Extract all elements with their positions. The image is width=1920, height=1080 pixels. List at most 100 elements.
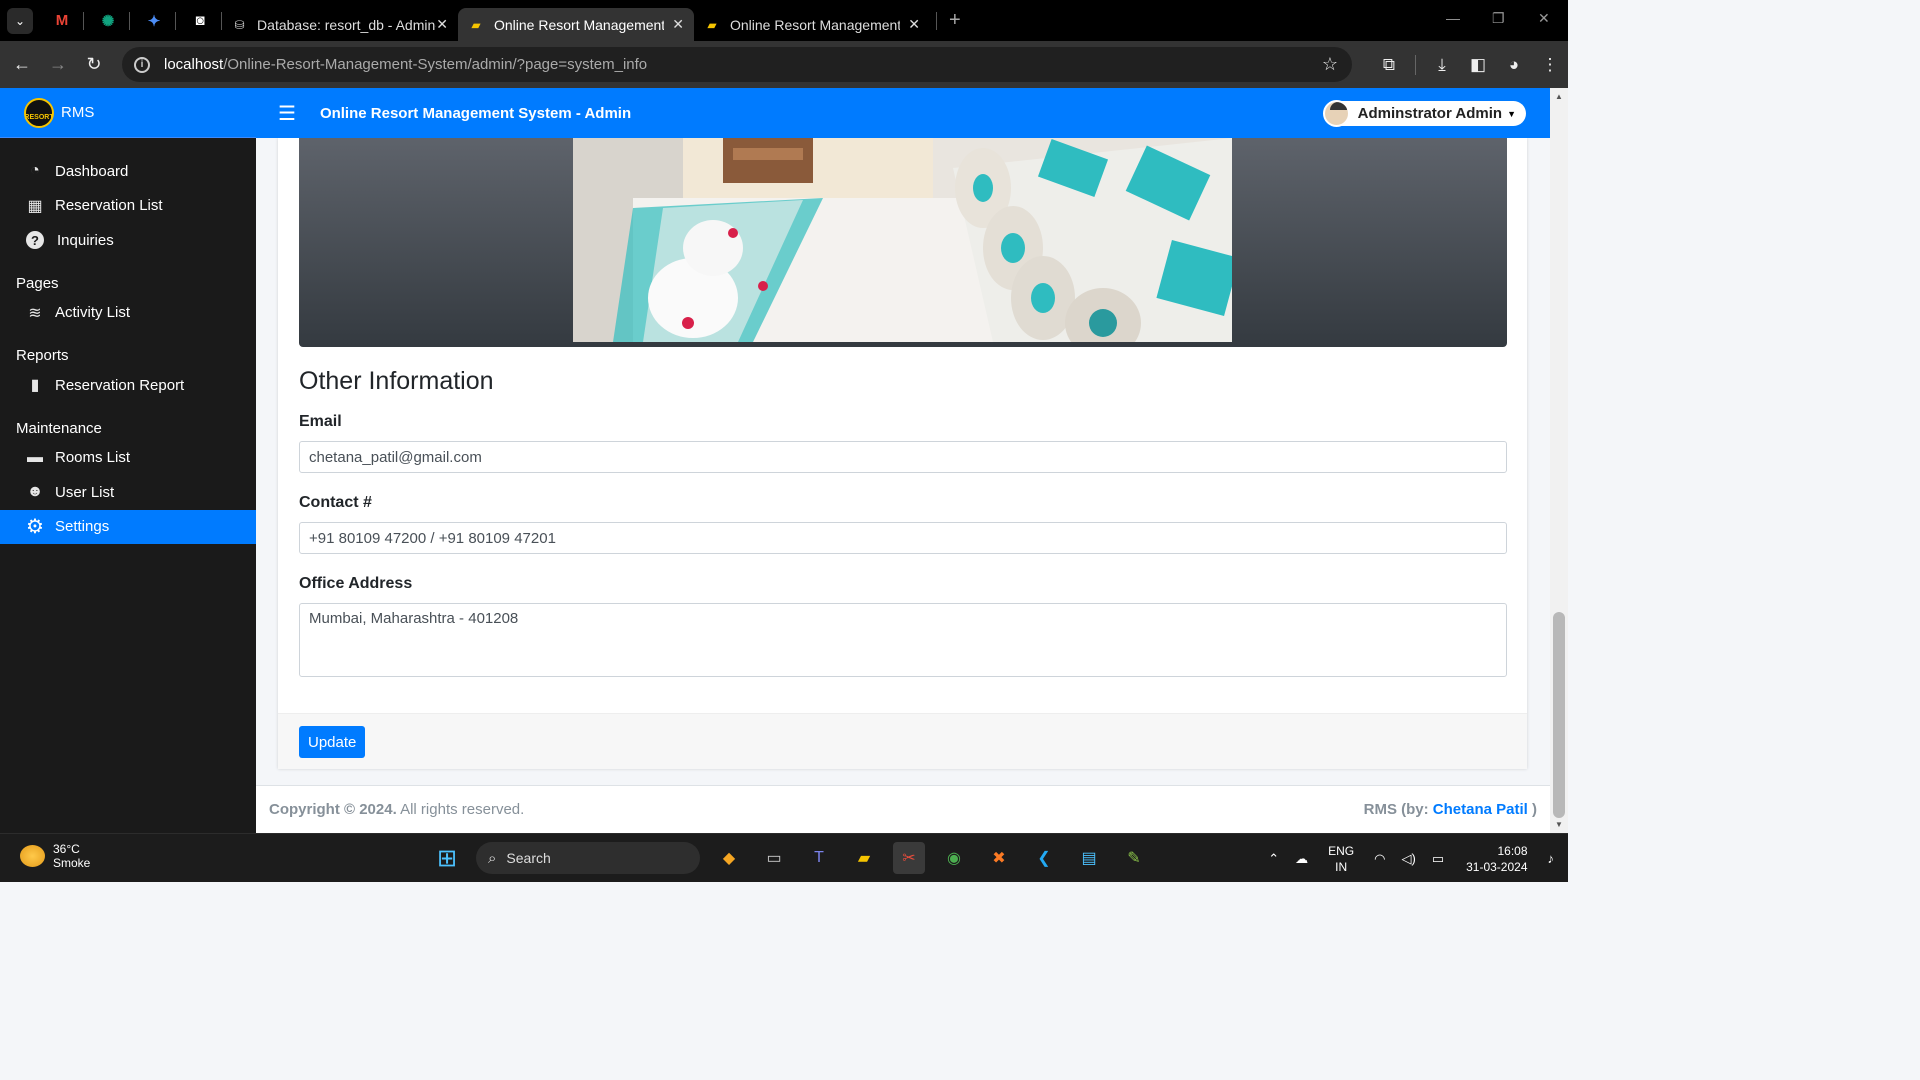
- search-label: Search: [506, 850, 551, 866]
- gemini-pinned-tab[interactable]: ✦: [139, 6, 169, 36]
- sidebar-item-label: Settings: [55, 518, 110, 536]
- close-window-icon[interactable]: ✕: [1538, 10, 1550, 27]
- tab-title: Online Resort Management Sys: [494, 16, 664, 33]
- tab-title: Online Resort Management Sys: [730, 16, 900, 33]
- contact-field[interactable]: [299, 522, 1507, 554]
- taskbar-apps: ⊞ ⌕ Search ◆ ▭ T ▰ ✂ ◉ ✖ ❮ ▤ ✎: [431, 842, 1163, 874]
- url-host: localhost: [164, 56, 224, 73]
- sidebar-item-label: Activity List: [55, 304, 131, 322]
- settings-card: Other Information Email Contact # Office…: [278, 138, 1527, 769]
- battery-icon[interactable]: ▭: [1432, 851, 1444, 867]
- sidebar-item-inquiries[interactable]: ? Inquiries: [0, 223, 256, 258]
- gmail-pinned-tab[interactable]: M: [47, 6, 77, 36]
- windows-start-icon[interactable]: ⊞: [431, 842, 463, 874]
- question-circle-icon: ?: [26, 231, 44, 250]
- tab-separator: [936, 11, 937, 30]
- toolbar-actions: ⧉ ⤓ ◧ ◕ ⋮: [1371, 41, 1568, 88]
- download-icon[interactable]: ⤓: [1424, 55, 1460, 75]
- sidebar-item-label: Dashboard: [55, 162, 129, 180]
- resort-favicon-icon: ▰: [471, 17, 481, 32]
- sidebar-item-dashboard[interactable]: ◔ Dashboard: [0, 154, 256, 189]
- bed-icon: ▬: [27, 448, 43, 466]
- hamburger-menu-icon[interactable]: ☰: [278, 101, 296, 126]
- sidebar-item-settings[interactable]: ⚙ Settings: [0, 509, 256, 544]
- copilot-icon[interactable]: ◆: [713, 842, 745, 874]
- nav-header-reports: Reports: [16, 347, 69, 364]
- extensions-icon[interactable]: ⧉: [1371, 55, 1407, 75]
- avatar: [1322, 100, 1350, 127]
- notepad-icon[interactable]: ▤: [1073, 842, 1105, 874]
- email-field[interactable]: [299, 441, 1507, 473]
- clock[interactable]: 16:08 31-03-2024: [1466, 843, 1527, 875]
- bookmark-star-icon[interactable]: ☆: [1322, 54, 1338, 75]
- weather-widget[interactable]: 36°C Smoke: [20, 842, 90, 870]
- scroll-down-icon[interactable]: ▼: [1555, 820, 1563, 829]
- back-icon[interactable]: ←: [4, 54, 40, 75]
- time: 16:08: [1497, 843, 1528, 858]
- close-tab-icon[interactable]: ✕: [436, 16, 448, 33]
- chrome-icon[interactable]: ◉: [938, 842, 970, 874]
- restore-icon[interactable]: ❐: [1492, 10, 1505, 27]
- tab-search-button[interactable]: ⌄: [7, 7, 33, 34]
- scroll-up-icon[interactable]: ▲: [1555, 92, 1563, 101]
- copyright-rest: All rights reserved.: [396, 801, 525, 818]
- file-explorer-icon[interactable]: ▰: [848, 842, 880, 874]
- close-tab-icon[interactable]: ✕: [672, 16, 684, 33]
- forward-icon[interactable]: →: [40, 54, 76, 75]
- language-indicator[interactable]: ENG IN: [1328, 843, 1354, 875]
- tab-separator: [129, 11, 130, 30]
- chatgpt-pinned-tab[interactable]: ✺: [93, 6, 123, 36]
- browser-menu-icon[interactable]: ⋮: [1532, 55, 1568, 75]
- office-address-field[interactable]: Mumbai, Maharashtra - 401208: [299, 603, 1507, 677]
- sidebar-item-activity-list[interactable]: ≋ Activity List: [0, 296, 256, 331]
- profile-avatar-icon[interactable]: ◕: [1496, 55, 1532, 75]
- nav-header-maintenance: Maintenance: [16, 419, 102, 437]
- notification-bell-icon[interactable]: ♪: [1548, 851, 1555, 866]
- sidebar-item-reservation-list[interactable]: ▦ Reservation List: [0, 189, 256, 224]
- vscode-icon[interactable]: ❮: [1028, 842, 1060, 874]
- url-text: localhost/Online-Resort-Management-Syste…: [164, 56, 647, 73]
- minimize-icon[interactable]: —: [1446, 10, 1460, 26]
- new-tab-icon[interactable]: +: [949, 9, 961, 32]
- search-icon: ⌕: [488, 849, 497, 867]
- teams-icon[interactable]: T: [803, 842, 835, 874]
- reload-icon[interactable]: ↻: [76, 54, 112, 75]
- side-panel-icon[interactable]: ◧: [1460, 55, 1496, 75]
- browser-tab-strip: ⌄ M ✺ ✦ ◙ ⛁ Database: resort_db - Admine…: [0, 0, 1568, 41]
- pinned-tab[interactable]: ◙: [185, 6, 215, 36]
- brand-link[interactable]: RESORT RMS: [0, 88, 256, 138]
- address-bar[interactable]: i localhost/Online-Resort-Management-Sys…: [122, 47, 1352, 82]
- volume-icon[interactable]: ◁): [1401, 851, 1415, 867]
- wifi-icon[interactable]: ◠: [1374, 851, 1385, 867]
- tab-resort[interactable]: ▰ Online Resort Management Sys ✕: [694, 8, 930, 41]
- sidebar-item-label: Inquiries: [57, 231, 114, 249]
- xampp-icon[interactable]: ✖: [983, 842, 1015, 874]
- task-view-icon[interactable]: ▭: [758, 842, 790, 874]
- chevron-up-icon[interactable]: ⌃: [1268, 851, 1279, 867]
- site-info-icon[interactable]: i: [134, 56, 150, 73]
- date: 31-03-2024: [1466, 859, 1528, 874]
- sidebar-item-reservation-report[interactable]: ▮ Reservation Report: [0, 368, 256, 403]
- author-link[interactable]: Chetana Patil: [1433, 801, 1528, 818]
- dashboard-icon: ◔: [30, 162, 40, 180]
- notepad-plus-plus-icon[interactable]: ✎: [1118, 842, 1150, 874]
- close-tab-icon[interactable]: ✕: [908, 16, 920, 33]
- tab-resort-active[interactable]: ▰ Online Resort Management Sys ✕: [458, 8, 694, 41]
- swimmer-icon: ≋: [28, 304, 42, 322]
- sidebar-item-rooms-list[interactable]: ▬ Rooms List: [0, 441, 256, 476]
- user-dropdown[interactable]: Adminstrator Admin ▼: [1322, 100, 1526, 127]
- page-scrollbar[interactable]: ▲ ▼: [1550, 88, 1568, 833]
- taskbar-search[interactable]: ⌕ Search: [476, 842, 700, 874]
- update-button[interactable]: Update: [299, 726, 366, 758]
- system-tray: ⌃ ☁ ENG IN ◠ ◁) ▭ 16:08 31-03-2024 ♪: [1260, 834, 1568, 883]
- browser-toolbar: ← → ↻ i localhost/Online-Resort-Manageme…: [0, 41, 1568, 88]
- tab-adminer[interactable]: ⛁ Database: resort_db - Adminer ✕: [222, 8, 458, 41]
- toolbar-divider: [1415, 54, 1416, 75]
- sidebar-item-user-list[interactable]: ☻ User List: [0, 475, 256, 510]
- resort-logo: RESORT: [24, 97, 54, 128]
- snipping-tool-icon[interactable]: ✂: [893, 842, 925, 874]
- resort-cover-image: [573, 138, 1232, 342]
- scrollbar-thumb[interactable]: [1553, 612, 1565, 818]
- onedrive-cloud-icon[interactable]: ☁: [1295, 851, 1308, 867]
- weather-condition: Smoke: [53, 856, 91, 870]
